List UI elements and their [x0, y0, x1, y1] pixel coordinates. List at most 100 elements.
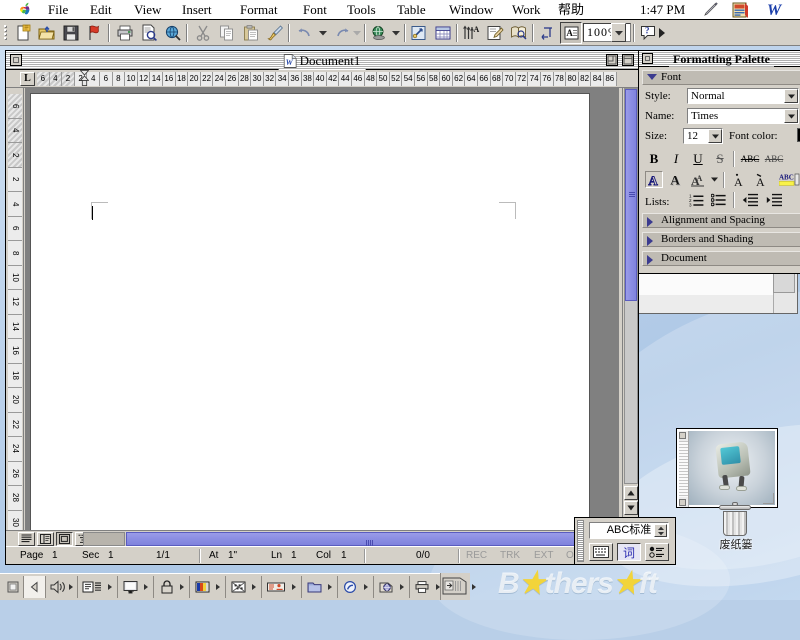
style-dropdown-arrow[interactable] [784, 89, 798, 103]
drawing-button[interactable] [484, 22, 506, 44]
italic-button[interactable]: I [667, 150, 685, 167]
print-preview-button[interactable] [138, 22, 160, 44]
input-method-stepper[interactable] [654, 524, 667, 537]
undo-dropdown-arrow[interactable] [318, 22, 328, 44]
shadow-button[interactable]: A A [667, 171, 685, 188]
document-title-bar[interactable]: W Document1 [6, 51, 638, 70]
document-page[interactable] [30, 93, 590, 548]
spelling-button[interactable] [162, 22, 184, 44]
toolbar-overflow-arrow[interactable] [656, 22, 668, 44]
menu-tools[interactable]: Tools [345, 2, 378, 17]
outline-button[interactable]: A [645, 171, 663, 188]
options-button[interactable] [645, 543, 669, 561]
file-sharing-module[interactable] [154, 576, 190, 598]
flag-button[interactable] [84, 22, 106, 44]
document-map-button[interactable] [508, 22, 530, 44]
font-size-dropdown-arrow[interactable] [708, 129, 722, 143]
control-strip-collapse-tab[interactable] [24, 576, 46, 598]
background-window[interactable] [630, 268, 798, 314]
collapse-box[interactable] [622, 54, 634, 66]
document-page-area[interactable] [25, 88, 619, 548]
folder-module[interactable] [302, 576, 338, 598]
show-hide-paragraph-button[interactable] [536, 22, 558, 44]
cut-button[interactable] [192, 22, 214, 44]
menu-table[interactable]: Table [395, 2, 428, 17]
network-module[interactable] [262, 576, 302, 598]
menu-work[interactable]: Work [510, 2, 543, 17]
redo-button[interactable] [332, 22, 354, 44]
tab-selector[interactable]: L [20, 72, 35, 86]
bold-button[interactable]: B [645, 150, 663, 167]
formatting-palette[interactable]: Formatting Palette Font Style: Normal Na… [638, 50, 800, 274]
new-document-button[interactable] [12, 22, 34, 44]
scroll-down-arrow[interactable] [624, 501, 638, 515]
small-caps-button[interactable]: ABC [765, 150, 783, 167]
font-size-combo[interactable]: 12 [683, 128, 723, 144]
increase-indent-button[interactable] [765, 191, 783, 208]
all-caps-button[interactable]: ABC [741, 150, 759, 167]
numbered-list-button[interactable]: 1 2 3 [687, 191, 705, 208]
control-strip-toggle[interactable] [2, 576, 24, 598]
sound-volume-module[interactable] [46, 576, 78, 598]
status-ext[interactable]: EXT [534, 549, 553, 563]
word-app-icon[interactable]: W [765, 1, 787, 18]
control-strip-handle[interactable] [440, 573, 470, 600]
alignment-spacing-section-header[interactable]: Alignment and Spacing [642, 213, 800, 228]
web-toolbar-button[interactable] [368, 22, 390, 44]
font-section-header[interactable]: Font [642, 70, 800, 85]
bulleted-list-button[interactable] [709, 191, 727, 208]
zoom-dropdown-arrow[interactable] [611, 23, 626, 42]
keyboard-button[interactable] [589, 543, 613, 561]
web-sharing-module[interactable] [374, 576, 410, 598]
menu-help[interactable]: 帮助 [556, 2, 586, 17]
word-input-button[interactable]: 词 [617, 543, 641, 561]
vertical-ruler[interactable]: 6 4 2 2 4 6 8 10 12 14 16 18 20 22 24 26 28 30 [6, 88, 24, 548]
insert-hyperlink-button[interactable] [408, 22, 430, 44]
palette-close-box[interactable] [642, 53, 653, 64]
scroll-up-arrow[interactable] [624, 486, 638, 500]
underline-button[interactable]: U [689, 150, 707, 167]
decrease-indent-button[interactable] [741, 191, 759, 208]
horizontal-scrollbar-row[interactable] [6, 530, 638, 546]
undo-button[interactable] [294, 22, 316, 44]
menu-insert[interactable]: Insert [180, 2, 214, 17]
superscript-button[interactable]: A [731, 171, 749, 188]
status-trk[interactable]: TRK [500, 549, 520, 563]
menu-view[interactable]: View [132, 2, 163, 17]
picture-window-scrollbar[interactable] [679, 431, 689, 507]
color-depth-module[interactable] [190, 576, 226, 598]
save-button[interactable] [60, 22, 82, 44]
vertical-scrollbar[interactable] [622, 88, 638, 548]
menu-format[interactable]: Format [238, 2, 280, 17]
input-method-combo[interactable]: ABC标准 [589, 522, 669, 539]
emboss-button[interactable]: A A [689, 171, 707, 188]
strikethrough-button[interactable]: S [711, 150, 729, 167]
open-file-button[interactable] [36, 22, 58, 44]
insert-table-button[interactable] [432, 22, 454, 44]
status-rec[interactable]: REC [466, 549, 487, 563]
web-dropdown-arrow[interactable] [390, 22, 401, 44]
trash-icon[interactable] [718, 502, 752, 539]
font-name-combo[interactable]: Times [687, 108, 799, 124]
input-palette-drag-grip[interactable] [577, 520, 584, 562]
columns-button[interactable]: A [460, 22, 482, 44]
apple-logo-icon[interactable] [18, 2, 33, 17]
document-window[interactable]: W Document1 L 642246810121416 [5, 50, 639, 565]
highlight-button[interactable]: ABC [779, 171, 800, 188]
keyboard-layout-module[interactable] [78, 576, 118, 598]
picture-window-grow-box[interactable] [763, 493, 774, 504]
style-combo[interactable]: Normal [687, 88, 799, 104]
font-effects-dropdown-arrow[interactable] [709, 171, 719, 188]
document-section-header[interactable]: Document [642, 251, 800, 266]
print-button[interactable] [114, 22, 136, 44]
borders-shading-section-header[interactable]: Borders and Shading [642, 232, 800, 247]
close-box[interactable] [10, 54, 22, 66]
desktop-pattern-module[interactable] [226, 576, 262, 598]
background-window-button[interactable] [773, 271, 795, 293]
paste-button[interactable] [240, 22, 262, 44]
normal-view-button[interactable] [18, 532, 35, 546]
horizontal-scroll-thumb[interactable] [126, 532, 614, 546]
control-strip[interactable] [0, 573, 476, 600]
palette-title-bar[interactable]: Formatting Palette [639, 51, 800, 67]
menu-file[interactable]: File [46, 2, 70, 17]
